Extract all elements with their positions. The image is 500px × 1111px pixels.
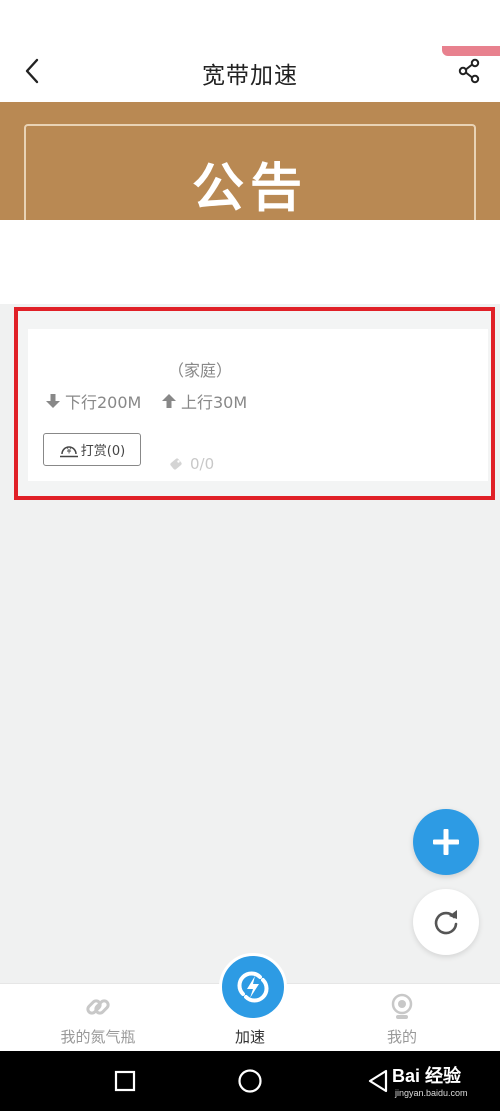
usage-counter: 0/0 (168, 455, 214, 473)
tab-mine-label: 我的 (386, 1028, 417, 1046)
svg-text:¥: ¥ (66, 446, 71, 455)
usage-count-text: 0/0 (190, 455, 215, 473)
tip-button[interactable]: ¥ 打赏(0) (43, 433, 141, 466)
tab-mine[interactable]: 我的 (350, 984, 454, 1052)
tab-my-nitro-label: 我的氮气瓶 (60, 1028, 136, 1046)
arrow-down-icon (46, 394, 60, 408)
download-rate-text: 下行200M (65, 393, 142, 412)
bolt-icon (237, 971, 269, 1003)
tab-accelerate-label: 加速 (234, 1028, 265, 1046)
yen-coin-icon: ¥ (59, 445, 78, 457)
upload-rate: 上行30M (162, 389, 247, 413)
watermark-brand: Bai 经验 (392, 1066, 462, 1086)
banner-frame: 公告 (24, 124, 476, 220)
plan-card[interactable]: （家庭） 下行200M 上行30M ¥ 打赏(0) 0/0 (28, 329, 488, 481)
banner-title: 公告 (191, 159, 308, 219)
accelerate-button[interactable] (219, 953, 287, 1021)
watermark-url: jingyan.baidu.com (395, 1088, 468, 1098)
plus-icon (433, 829, 459, 855)
share-icon (458, 58, 480, 84)
plan-type-label: （家庭） (168, 361, 233, 380)
download-rate: 下行200M (46, 389, 141, 413)
arrow-up-icon (162, 394, 176, 408)
upload-rate-text: 上行30M (181, 393, 248, 412)
tag-icon (170, 458, 182, 470)
highlight-box: （家庭） 下行200M 上行30M ¥ 打赏(0) 0/0 (14, 307, 495, 500)
refresh-button[interactable] (413, 889, 479, 955)
announcement-banner[interactable]: 公告 (0, 102, 500, 220)
link-icon (86, 999, 110, 1015)
back-triangle-icon[interactable] (360, 1063, 396, 1099)
profile-icon (391, 993, 413, 1019)
refresh-icon (434, 910, 458, 935)
add-button[interactable] (413, 809, 479, 875)
tip-button-label: 打赏(0) (80, 444, 126, 459)
banner-spacer (0, 220, 500, 304)
page-title: 宽带加速 (202, 63, 298, 89)
recent-apps-icon[interactable] (107, 1063, 143, 1099)
home-icon[interactable] (232, 1063, 268, 1099)
share-button[interactable] (456, 56, 482, 86)
notification-badge (442, 46, 500, 56)
tab-my-nitro[interactable]: 我的氮气瓶 (40, 984, 156, 1052)
app-header: 宽带加速 (0, 0, 500, 102)
